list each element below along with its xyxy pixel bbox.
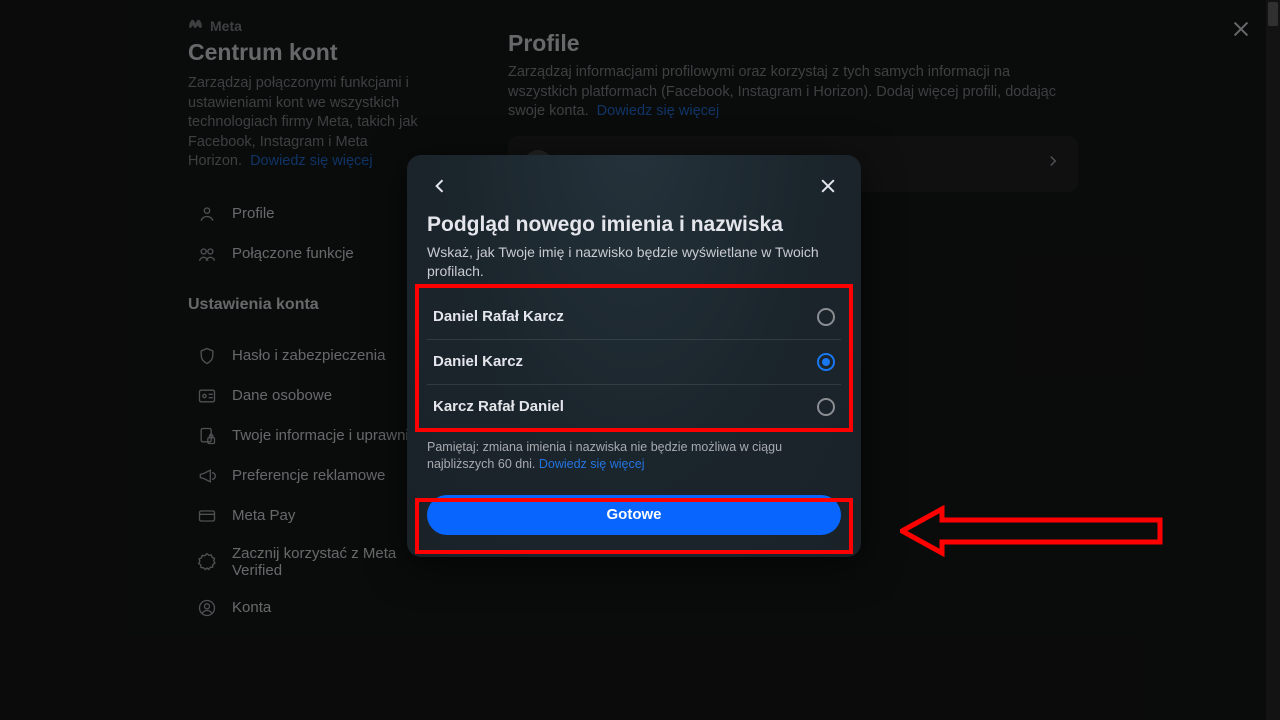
name-options: Daniel Rafał Karcz Daniel Karcz Karcz Ra… bbox=[427, 295, 841, 429]
modal-close-button[interactable] bbox=[815, 173, 841, 199]
modal-title: Podgląd nowego imienia i nazwiska bbox=[427, 213, 841, 237]
modal-subtitle: Wskaż, jak Twoje imię i nazwisko będzie … bbox=[427, 243, 827, 281]
name-option-label: Daniel Rafał Karcz bbox=[433, 308, 564, 325]
modal-back-button[interactable] bbox=[427, 173, 453, 199]
radio-icon bbox=[817, 308, 835, 326]
modal-learn-more-link[interactable]: Dowiedz się więcej bbox=[539, 457, 645, 471]
name-preview-modal: Podgląd nowego imienia i nazwiska Wskaż,… bbox=[407, 155, 861, 557]
name-option-label: Karcz Rafał Daniel bbox=[433, 398, 564, 415]
radio-selected-icon bbox=[817, 353, 835, 371]
radio-icon bbox=[817, 398, 835, 416]
name-option-2[interactable]: Karcz Rafał Daniel bbox=[427, 384, 841, 429]
done-button[interactable]: Gotowe bbox=[427, 495, 841, 535]
name-option-0[interactable]: Daniel Rafał Karcz bbox=[427, 295, 841, 339]
name-option-label: Daniel Karcz bbox=[433, 353, 523, 370]
name-option-1[interactable]: Daniel Karcz bbox=[427, 339, 841, 384]
modal-note: Pamiętaj: zmiana imienia i nazwiska nie … bbox=[427, 439, 841, 473]
